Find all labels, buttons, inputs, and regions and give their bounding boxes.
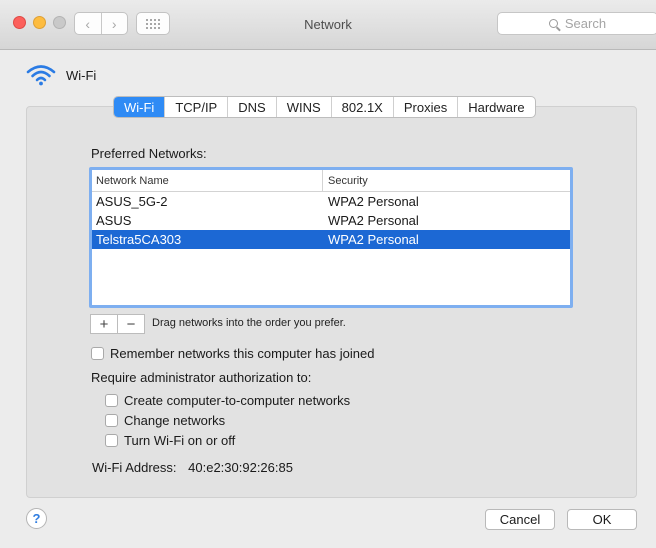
title-bar: ‹ › Network Search	[0, 0, 656, 50]
checkbox-box[interactable]	[105, 434, 118, 447]
change-networks-checkbox[interactable]: Change networks	[105, 413, 225, 428]
checkbox-label: Change networks	[124, 413, 226, 428]
ok-button[interactable]: OK	[567, 509, 637, 530]
add-remove-group: + −	[90, 314, 145, 334]
remember-networks-checkbox[interactable]: Remember networks this computer has join…	[91, 346, 374, 361]
question-mark-icon: ?	[32, 511, 41, 526]
cancel-button[interactable]: Cancel	[485, 509, 555, 530]
column-security[interactable]: Security	[323, 170, 570, 191]
wifi-address-label: Wi-Fi Address:	[92, 460, 177, 475]
tab-proxies[interactable]: Proxies	[392, 97, 457, 117]
add-network-button[interactable]: +	[91, 315, 117, 333]
checkbox-box[interactable]	[91, 347, 104, 360]
table-header: Network Name Security	[92, 170, 570, 192]
wifi-icon	[26, 65, 56, 86]
tab-bar: Wi-Fi TCP/IP DNS WINS 802.1X Proxies Har…	[113, 96, 536, 118]
table-row[interactable]: ASUS WPA2 Personal	[92, 211, 570, 230]
tab-8021x[interactable]: 802.1X	[330, 97, 393, 117]
service-name: Wi-Fi	[66, 67, 97, 83]
wifi-address: Wi-Fi Address: 40:e2:30:92:26:85	[92, 460, 293, 475]
column-network-name[interactable]: Network Name	[92, 170, 323, 191]
minus-icon: −	[126, 315, 136, 333]
search-placeholder: Search	[564, 16, 607, 31]
tab-tcpip[interactable]: TCP/IP	[164, 97, 227, 117]
network-name-cell: Telstra5CA303	[96, 232, 182, 247]
checkbox-box[interactable]	[105, 394, 118, 407]
security-cell: WPA2 Personal	[328, 232, 419, 247]
tab-dns[interactable]: DNS	[227, 97, 275, 117]
security-cell: WPA2 Personal	[328, 194, 419, 209]
drag-hint-text: Drag networks into the order you prefer.	[152, 317, 346, 329]
checkbox-label: Turn Wi-Fi on or off	[124, 433, 236, 448]
preferred-networks-table[interactable]: Network Name Security ASUS_5G-2 WPA2 Per…	[89, 167, 573, 308]
tab-wins[interactable]: WINS	[275, 97, 331, 117]
checkbox-label: Create computer-to-computer networks	[124, 393, 351, 408]
table-row-selected[interactable]: Telstra5CA303 WPA2 Personal	[92, 230, 570, 249]
network-name-cell: ASUS	[96, 213, 132, 228]
require-admin-label: Require administrator authorization to:	[91, 370, 312, 385]
network-name-cell: ASUS_5G-2	[96, 194, 168, 209]
tab-hardware[interactable]: Hardware	[457, 97, 534, 117]
checkbox-label: Remember networks this computer has join…	[110, 346, 375, 361]
preferred-networks-label: Preferred Networks:	[91, 146, 207, 161]
tab-wifi[interactable]: Wi-Fi	[114, 97, 165, 117]
remove-network-button[interactable]: −	[117, 315, 144, 333]
search-icon	[548, 19, 558, 28]
turn-wifi-checkbox[interactable]: Turn Wi-Fi on or off	[105, 433, 235, 448]
search-field[interactable]: Search	[497, 12, 656, 35]
table-row[interactable]: ASUS_5G-2 WPA2 Personal	[92, 192, 570, 211]
service-header: Wi-Fi	[26, 64, 96, 86]
security-cell: WPA2 Personal	[328, 213, 419, 228]
help-button[interactable]: ?	[26, 508, 47, 529]
wifi-address-value: 40:e2:30:92:26:85	[188, 460, 293, 475]
create-computer-networks-checkbox[interactable]: Create computer-to-computer networks	[105, 393, 350, 408]
plus-icon: +	[99, 315, 109, 333]
checkbox-box[interactable]	[105, 414, 118, 427]
